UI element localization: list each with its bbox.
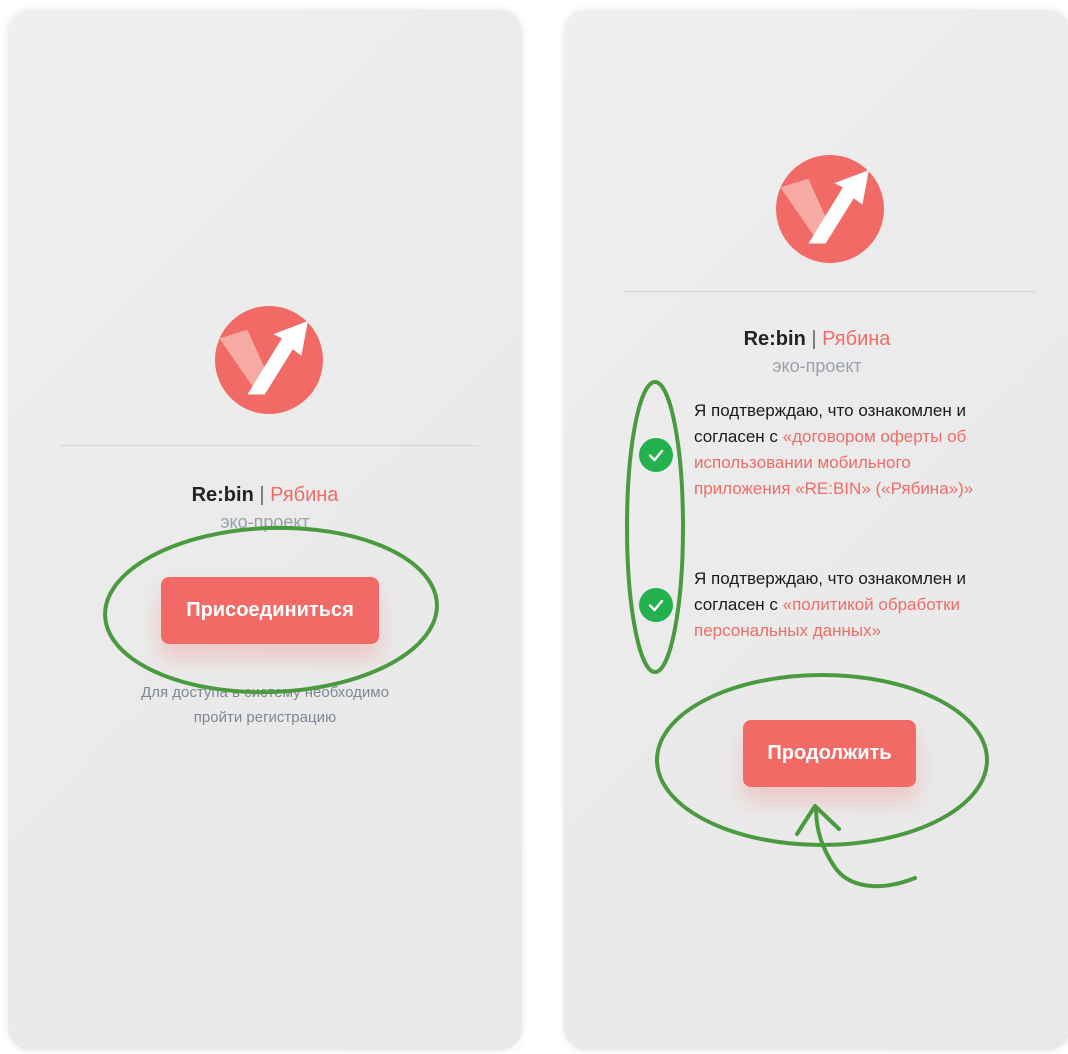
divider <box>624 291 1036 292</box>
divider <box>60 445 478 446</box>
brand-name: Re:bin <box>191 484 254 506</box>
registration-hint: Для доступа в систему необходимо пройти … <box>8 680 522 730</box>
hint-line-1: Для доступа в систему необходимо <box>141 684 389 701</box>
brand-subtitle: эко-проект <box>772 356 862 376</box>
offer-agreement-checkbox[interactable] <box>639 438 673 472</box>
checkmark-icon <box>648 599 664 612</box>
brand-name: Re:bin <box>743 328 806 350</box>
privacy-agreement-text: Я подтверждаю, что ознакомлен и согласен… <box>694 566 966 644</box>
join-button[interactable]: Присоединиться <box>161 577 379 644</box>
agreement-screen: Re:bin | Рябина эко-проект Я подтверждаю… <box>564 10 1068 1050</box>
privacy-link[interactable]: «политикой обработки <box>783 595 960 614</box>
brand-subtitle: эко-проект <box>220 512 310 532</box>
offer-link[interactable]: «договором оферты об <box>783 427 967 446</box>
privacy-agreement-checkbox[interactable] <box>639 588 673 622</box>
registration-screen: Re:bin | Рябина эко-проект Присоединитьс… <box>8 10 522 1050</box>
offer-agreement-text: Я подтверждаю, что ознакомлен и согласен… <box>694 398 973 502</box>
offer-link[interactable]: использовании мобильного <box>694 450 973 476</box>
checkmark-icon <box>648 449 664 462</box>
agreement-line: согласен с «договором оферты об <box>694 424 973 450</box>
agreement-line: Я подтверждаю, что ознакомлен и <box>694 401 966 420</box>
brand-separator: | <box>805 328 823 350</box>
agreement-line: согласен с «политикой обработки <box>694 592 966 618</box>
rebin-logo-icon <box>776 155 884 263</box>
hint-line-2: пройти регистрацию <box>193 709 337 726</box>
brand-name-ru: Рябина <box>822 328 891 350</box>
brand-name-ru: Рябина <box>270 484 339 506</box>
rebin-logo-icon <box>215 306 323 414</box>
privacy-link[interactable]: персональных данных» <box>694 618 966 644</box>
continue-button[interactable]: Продолжить <box>743 720 916 787</box>
agreement-prefix: согласен с <box>694 595 783 614</box>
agreement-line: Я подтверждаю, что ознакомлен и <box>694 569 966 588</box>
agreement-prefix: согласен с <box>694 427 783 446</box>
brand-title: Re:bin | Рябина <box>8 484 522 507</box>
brand-separator: | <box>253 484 271 506</box>
offer-link[interactable]: приложения «RE:BIN» («Рябина»)» <box>694 476 973 502</box>
brand-title: Re:bin | Рябина <box>564 328 1068 351</box>
